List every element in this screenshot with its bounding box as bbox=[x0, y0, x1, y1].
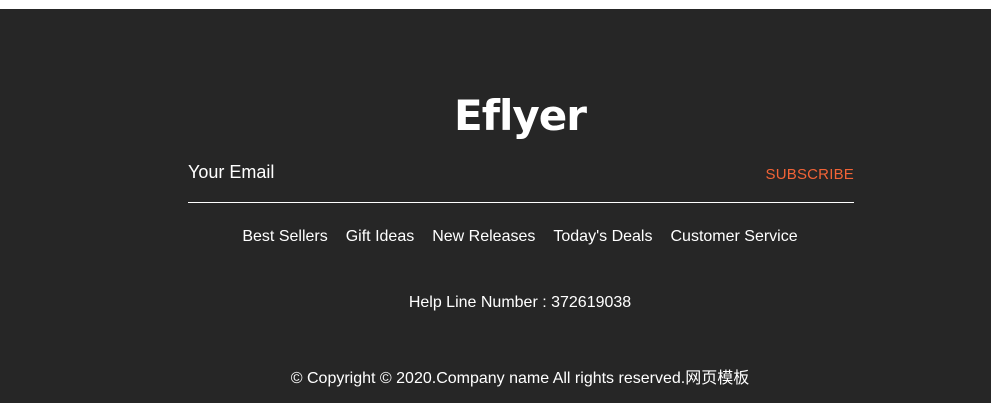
footer-link-customer-service[interactable]: Customer Service bbox=[670, 227, 797, 247]
footer-link-todays-deals[interactable]: Today's Deals bbox=[553, 227, 652, 247]
footer-link-new-releases[interactable]: New Releases bbox=[432, 227, 535, 247]
subscribe-button[interactable]: SUBSCRIBE bbox=[766, 166, 855, 183]
copyright: © Copyright © 2020.Company name All righ… bbox=[0, 369, 991, 389]
newsletter-form: SUBSCRIBE bbox=[188, 157, 854, 203]
email-input[interactable] bbox=[188, 157, 688, 187]
footer-link-best-sellers[interactable]: Best Sellers bbox=[242, 227, 327, 247]
helpline-number: Help Line Number : 372619038 bbox=[408, 294, 632, 311]
footer-logo: Eflyer bbox=[454, 91, 587, 140]
footer-link-gift-ideas[interactable]: Gift Ideas bbox=[346, 227, 414, 247]
site-footer: Eflyer SUBSCRIBE Best Sellers Gift Ideas… bbox=[0, 9, 991, 403]
copyright-template-link[interactable]: 网页模板 bbox=[685, 370, 749, 387]
copyright-text: © Copyright © 2020.Company name All righ… bbox=[290, 370, 686, 387]
footer-nav: Best Sellers Gift Ideas New Releases Tod… bbox=[0, 227, 991, 247]
